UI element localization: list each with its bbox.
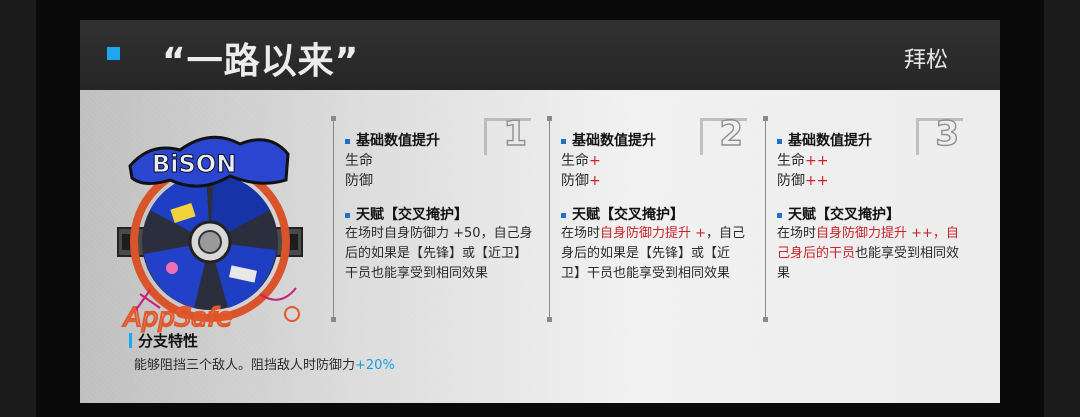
stat-hp: 生命++	[777, 153, 829, 169]
talent-heading: 天赋【交叉掩护】	[345, 204, 468, 224]
svg-text:BiSON: BiSON	[152, 150, 236, 178]
level-number: 2	[719, 113, 744, 154]
talent-description: 在场时自身防御力提升 +，自己身后的如果是【先锋】或【近卫】干员也能享受到相同效…	[561, 226, 746, 281]
branch-trait-heading: 分支特性	[138, 332, 199, 350]
stat-hp: 生命+	[561, 153, 601, 169]
level-number: 1	[503, 113, 528, 154]
screen-border-left	[0, 0, 36, 417]
stats-heading: 基础数值提升	[345, 130, 440, 150]
column-divider	[331, 116, 336, 322]
module-badge-shield-icon: BiSON AppSafe	[110, 118, 310, 338]
stats-heading: 基础数值提升	[777, 130, 872, 150]
talent-description: 在场时自身防御力 +50，自己身后的如果是【先锋】或【近卫】干员也能享受到相同效…	[345, 226, 533, 281]
talent-description: 在场时自身防御力提升 ++，自己身后的干员也能享受到相同效果	[777, 226, 960, 281]
operator-name: 拜松	[903, 48, 948, 73]
talent-heading: 天赋【交叉掩护】	[561, 204, 684, 224]
screen-border-right	[1044, 0, 1080, 417]
card-header: “一路以来” 拜松	[80, 20, 1000, 90]
stat-def: 防御	[345, 173, 373, 189]
module-title: “一路以来”	[162, 41, 360, 82]
accent-square-icon	[107, 47, 120, 60]
level-number: 3	[935, 113, 960, 154]
column-divider	[547, 116, 552, 322]
column-divider	[763, 116, 768, 322]
level-column-3: 3 基础数值提升 生命++ 防御++ 天赋【交叉掩护】 在场时自身防御力提升 +…	[763, 112, 965, 322]
stat-hp: 生命	[345, 153, 373, 169]
module-card: “一路以来” 拜松 BiSON AppSafe 1 基础数值提升 生命 防御 天…	[80, 20, 1000, 403]
stats-heading: 基础数值提升	[561, 130, 656, 150]
stat-def: 防御++	[777, 173, 829, 189]
level-column-1: 1 基础数值提升 生命 防御 天赋【交叉掩护】 在场时自身防御力 +50，自己身…	[331, 112, 533, 322]
level-column-2: 2 基础数值提升 生命+ 防御+ 天赋【交叉掩护】 在场时自身防御力提升 +，自…	[547, 112, 749, 322]
module-detail-panel: BiSON AppSafe 1 基础数值提升 生命 防御 天赋【交叉掩护】 在场…	[80, 90, 1000, 403]
branch-trait-description: 能够阻挡三个敌人。阻挡敌人时防御力+20%	[134, 358, 395, 373]
stat-def: 防御+	[561, 173, 601, 189]
talent-heading: 天赋【交叉掩护】	[777, 204, 900, 224]
